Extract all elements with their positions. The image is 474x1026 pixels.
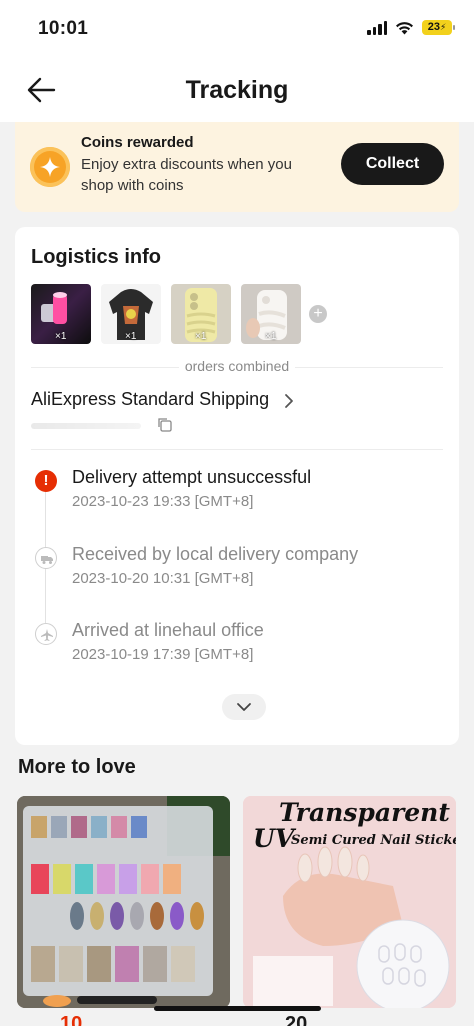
product-price: 20 — [285, 1013, 308, 1026]
tracking-number-redacted — [31, 423, 141, 429]
product-banner-uv: UV — [253, 824, 295, 853]
alert-icon: ! — [35, 470, 57, 492]
chevron-down-icon — [237, 703, 251, 711]
product-thumbnail[interactable]: ×1 — [241, 284, 301, 344]
orders-combined-text: orders combined — [178, 358, 296, 374]
event-time: 2023-10-19 17:39 [GMT+8] — [72, 646, 254, 663]
product-banner-subtitle: Semi Cured Nail Stickers — [291, 833, 456, 848]
plus-circle-icon[interactable]: + — [309, 305, 327, 323]
product-card[interactable]: Transparent UV Semi Cured Nail Stickers — [243, 796, 456, 1008]
battery-level: 23 — [427, 21, 440, 33]
status-bar: 10:01 23⚡ — [0, 0, 474, 60]
nav-bar: Tracking — [0, 60, 474, 122]
product-thumbnail[interactable]: ×1 — [101, 284, 161, 344]
coins-banner: Coins rewarded Enjoy extra discounts whe… — [15, 122, 459, 212]
item-quantity: ×1 — [55, 331, 67, 342]
product-card[interactable] — [17, 796, 230, 1008]
coins-description: Enjoy extra discounts when you shop with… — [81, 156, 292, 194]
copy-icon[interactable] — [157, 417, 173, 433]
event-status: Received by local delivery company — [72, 544, 359, 564]
item-quantity: ×1 — [195, 331, 207, 342]
item-quantity: ×1 — [265, 331, 277, 342]
event-time: 2023-10-20 10:31 [GMT+8] — [72, 570, 254, 587]
product-banner-title: Transparent — [279, 798, 450, 827]
wifi-icon — [396, 21, 413, 34]
battery-icon: 23⚡ — [422, 20, 455, 35]
more-to-love-title: More to love — [18, 756, 136, 778]
expand-timeline-button[interactable] — [222, 694, 266, 720]
event-status: Arrived at linehaul office — [72, 620, 264, 640]
divider — [31, 449, 443, 450]
package-items: ×1 ×1 ×1 ×1 + — [31, 284, 327, 344]
status-time: 10:01 — [38, 18, 89, 39]
product-price: 10 — [60, 1013, 83, 1026]
truck-icon — [35, 547, 57, 569]
logistics-title: Logistics info — [31, 246, 161, 268]
chrome-nail-tips-product-icon — [17, 796, 230, 1008]
collect-button[interactable]: Collect — [341, 143, 444, 185]
page-title: Tracking — [185, 76, 289, 104]
status-icons: 23⚡ — [367, 20, 455, 35]
product-thumbnail[interactable]: ×1 — [171, 284, 231, 344]
orders-combined-label: orders combined — [15, 358, 459, 374]
coins-title: Coins rewarded — [81, 134, 194, 151]
shipping-method-link[interactable]: AliExpress Standard Shipping — [31, 389, 269, 410]
logistics-card: Logistics info ×1 ×1 ×1 ×1 + orders comb… — [15, 227, 459, 745]
item-quantity: ×1 — [125, 331, 137, 342]
product-thumbnail[interactable]: ×1 — [31, 284, 91, 344]
star-coin-icon — [30, 147, 70, 187]
event-status: Delivery attempt unsuccessful — [72, 467, 312, 487]
cellular-signal-icon — [367, 20, 387, 35]
airplane-icon — [35, 623, 57, 645]
chevron-right-icon[interactable] — [283, 392, 295, 410]
event-time: 2023-10-23 19:33 [GMT+8] — [72, 493, 254, 510]
home-indicator[interactable] — [154, 1006, 321, 1011]
